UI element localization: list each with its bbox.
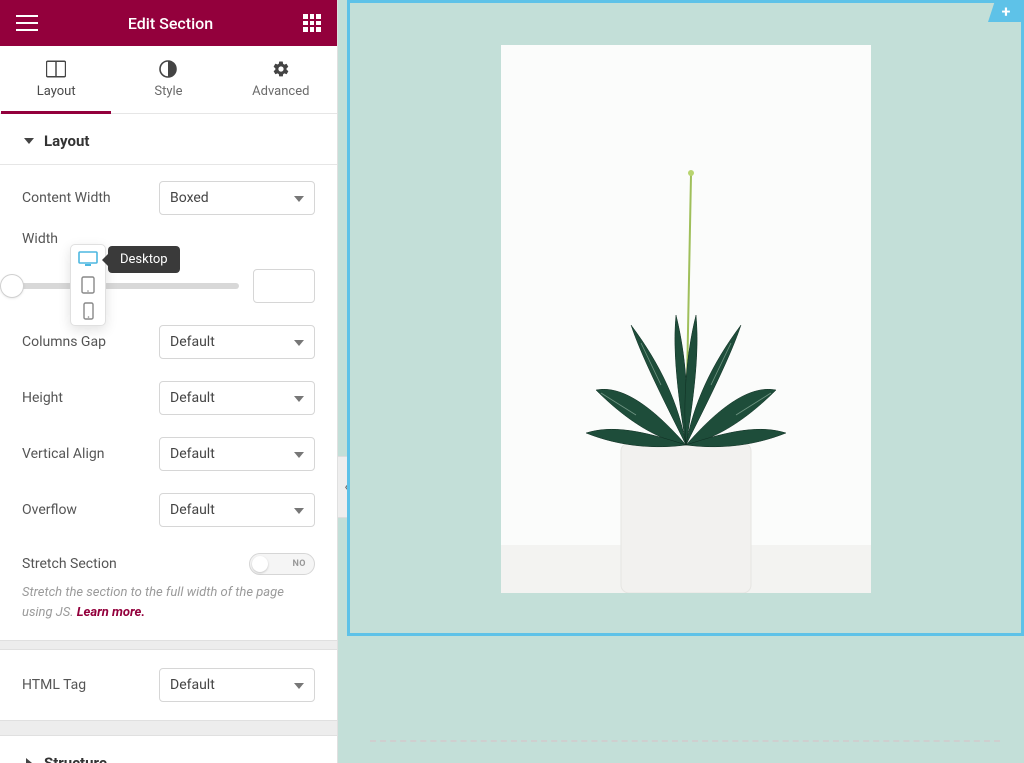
responsive-device-popover (70, 244, 106, 326)
stretch-toggle[interactable]: NO (249, 553, 315, 575)
plus-icon: + (1002, 2, 1011, 21)
chevron-down-icon (294, 508, 304, 514)
select-value: Default (170, 390, 215, 406)
section-header-structure[interactable]: Structure (0, 736, 337, 763)
gear-icon (271, 60, 291, 78)
label: Columns Gap (22, 334, 159, 350)
caret-right-icon (26, 758, 32, 763)
label: Stretch Section (22, 556, 249, 572)
chevron-down-icon (294, 340, 304, 346)
overflow-select[interactable]: Default (159, 493, 315, 527)
select-value: Default (170, 334, 215, 350)
content-width-select[interactable]: Boxed (159, 181, 315, 215)
chevron-down-icon (294, 452, 304, 458)
caret-down-icon (24, 138, 34, 144)
section-header-layout[interactable]: Layout (0, 114, 337, 165)
row-columns-gap: Columns Gap Default (22, 303, 315, 359)
label: Width (22, 231, 315, 247)
label: Vertical Align (22, 446, 159, 462)
toggle-knob (252, 556, 268, 572)
sidebar-header: Edit Section (0, 0, 337, 46)
tab-style[interactable]: Style (112, 46, 224, 113)
label: Overflow (22, 502, 159, 518)
vertical-align-select[interactable]: Default (159, 437, 315, 471)
tab-label: Advanced (252, 84, 309, 99)
sidebar-tabs: Layout Style Advanced (0, 46, 337, 114)
tab-advanced[interactable]: Advanced (225, 46, 337, 113)
label: Content Width (22, 190, 159, 206)
select-value: Default (170, 502, 215, 518)
device-tablet-icon[interactable] (78, 277, 98, 293)
tab-label: Style (154, 84, 182, 99)
help-text: Stretch the section to the full width of… (22, 585, 284, 620)
sidebar-scroll[interactable]: Layout Content Width Boxed Width (0, 114, 337, 763)
stretch-help-text: Stretch the section to the full width of… (22, 575, 315, 640)
label: HTML Tag (22, 677, 159, 693)
width-input[interactable] (253, 269, 315, 303)
learn-more-link[interactable]: Learn more. (77, 605, 145, 620)
select-value: Default (170, 446, 215, 462)
tab-label: Layout (37, 84, 76, 99)
divider (0, 720, 337, 736)
slider-thumb[interactable] (1, 275, 23, 297)
chevron-down-icon (294, 396, 304, 402)
html-tag-select[interactable]: Default (159, 668, 315, 702)
image-widget[interactable] (501, 45, 871, 593)
add-section-button[interactable]: + (988, 0, 1024, 22)
row-vertical-align: Vertical Align Default (22, 415, 315, 471)
device-desktop-icon[interactable] (78, 251, 98, 267)
chevron-down-icon (294, 683, 304, 689)
select-value: Default (170, 677, 215, 693)
row-content-width: Content Width Boxed (22, 165, 315, 215)
select-value: Boxed (170, 190, 209, 206)
row-html-tag: HTML Tag Default (22, 650, 315, 720)
drop-zone-indicator[interactable] (370, 740, 1000, 758)
device-mobile-icon[interactable] (78, 303, 98, 319)
editor-sidebar: Edit Section Layout Style Advanced (0, 0, 338, 763)
chevron-down-icon (294, 196, 304, 202)
layout-icon (46, 60, 66, 78)
row-stretch: Stretch Section NO (22, 527, 315, 575)
tooltip-desktop: Desktop (108, 246, 180, 273)
sidebar-title: Edit Section (128, 14, 213, 33)
widgets-grid-icon[interactable] (303, 14, 321, 32)
row-height: Height Default (22, 359, 315, 415)
row-width: Width (22, 215, 315, 247)
plant-image (501, 45, 871, 593)
menu-icon[interactable] (16, 15, 38, 31)
height-select[interactable]: Default (159, 381, 315, 415)
divider (0, 640, 337, 650)
tab-layout[interactable]: Layout (0, 46, 112, 113)
style-icon (158, 60, 178, 78)
section-title: Layout (44, 132, 89, 150)
row-overflow: Overflow Default (22, 471, 315, 527)
editor-canvas-section[interactable]: + (347, 0, 1024, 636)
width-slider[interactable] (12, 283, 239, 289)
section-title: Structure (44, 754, 107, 763)
columns-gap-select[interactable]: Default (159, 325, 315, 359)
label: Height (22, 390, 159, 406)
toggle-state: NO (292, 559, 306, 569)
